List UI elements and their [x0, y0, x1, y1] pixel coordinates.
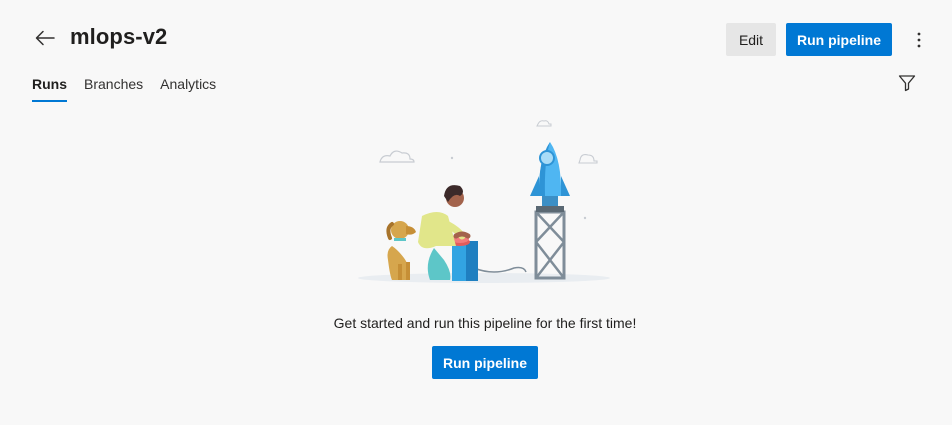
tab-bar: Runs Branches Analytics	[32, 74, 233, 102]
tab-branches[interactable]: Branches	[84, 74, 143, 102]
filter-icon	[898, 75, 916, 92]
more-vertical-icon	[917, 32, 921, 48]
edit-button[interactable]: Edit	[726, 23, 776, 56]
filter-button[interactable]	[896, 72, 918, 94]
page-header: mlops-v2 Edit Run pipeline Runs Branches…	[0, 0, 952, 120]
back-button[interactable]	[30, 23, 60, 53]
more-actions-button[interactable]	[906, 26, 932, 54]
tab-analytics[interactable]: Analytics	[160, 74, 216, 102]
run-pipeline-cta-button[interactable]: Run pipeline	[432, 346, 538, 379]
empty-state-illustration	[356, 118, 612, 288]
run-pipeline-button[interactable]: Run pipeline	[786, 23, 892, 56]
tab-runs[interactable]: Runs	[32, 74, 67, 102]
empty-state-message: Get started and run this pipeline for th…	[333, 315, 637, 331]
page-title: mlops-v2	[70, 24, 168, 49]
arrow-left-icon	[35, 30, 55, 46]
